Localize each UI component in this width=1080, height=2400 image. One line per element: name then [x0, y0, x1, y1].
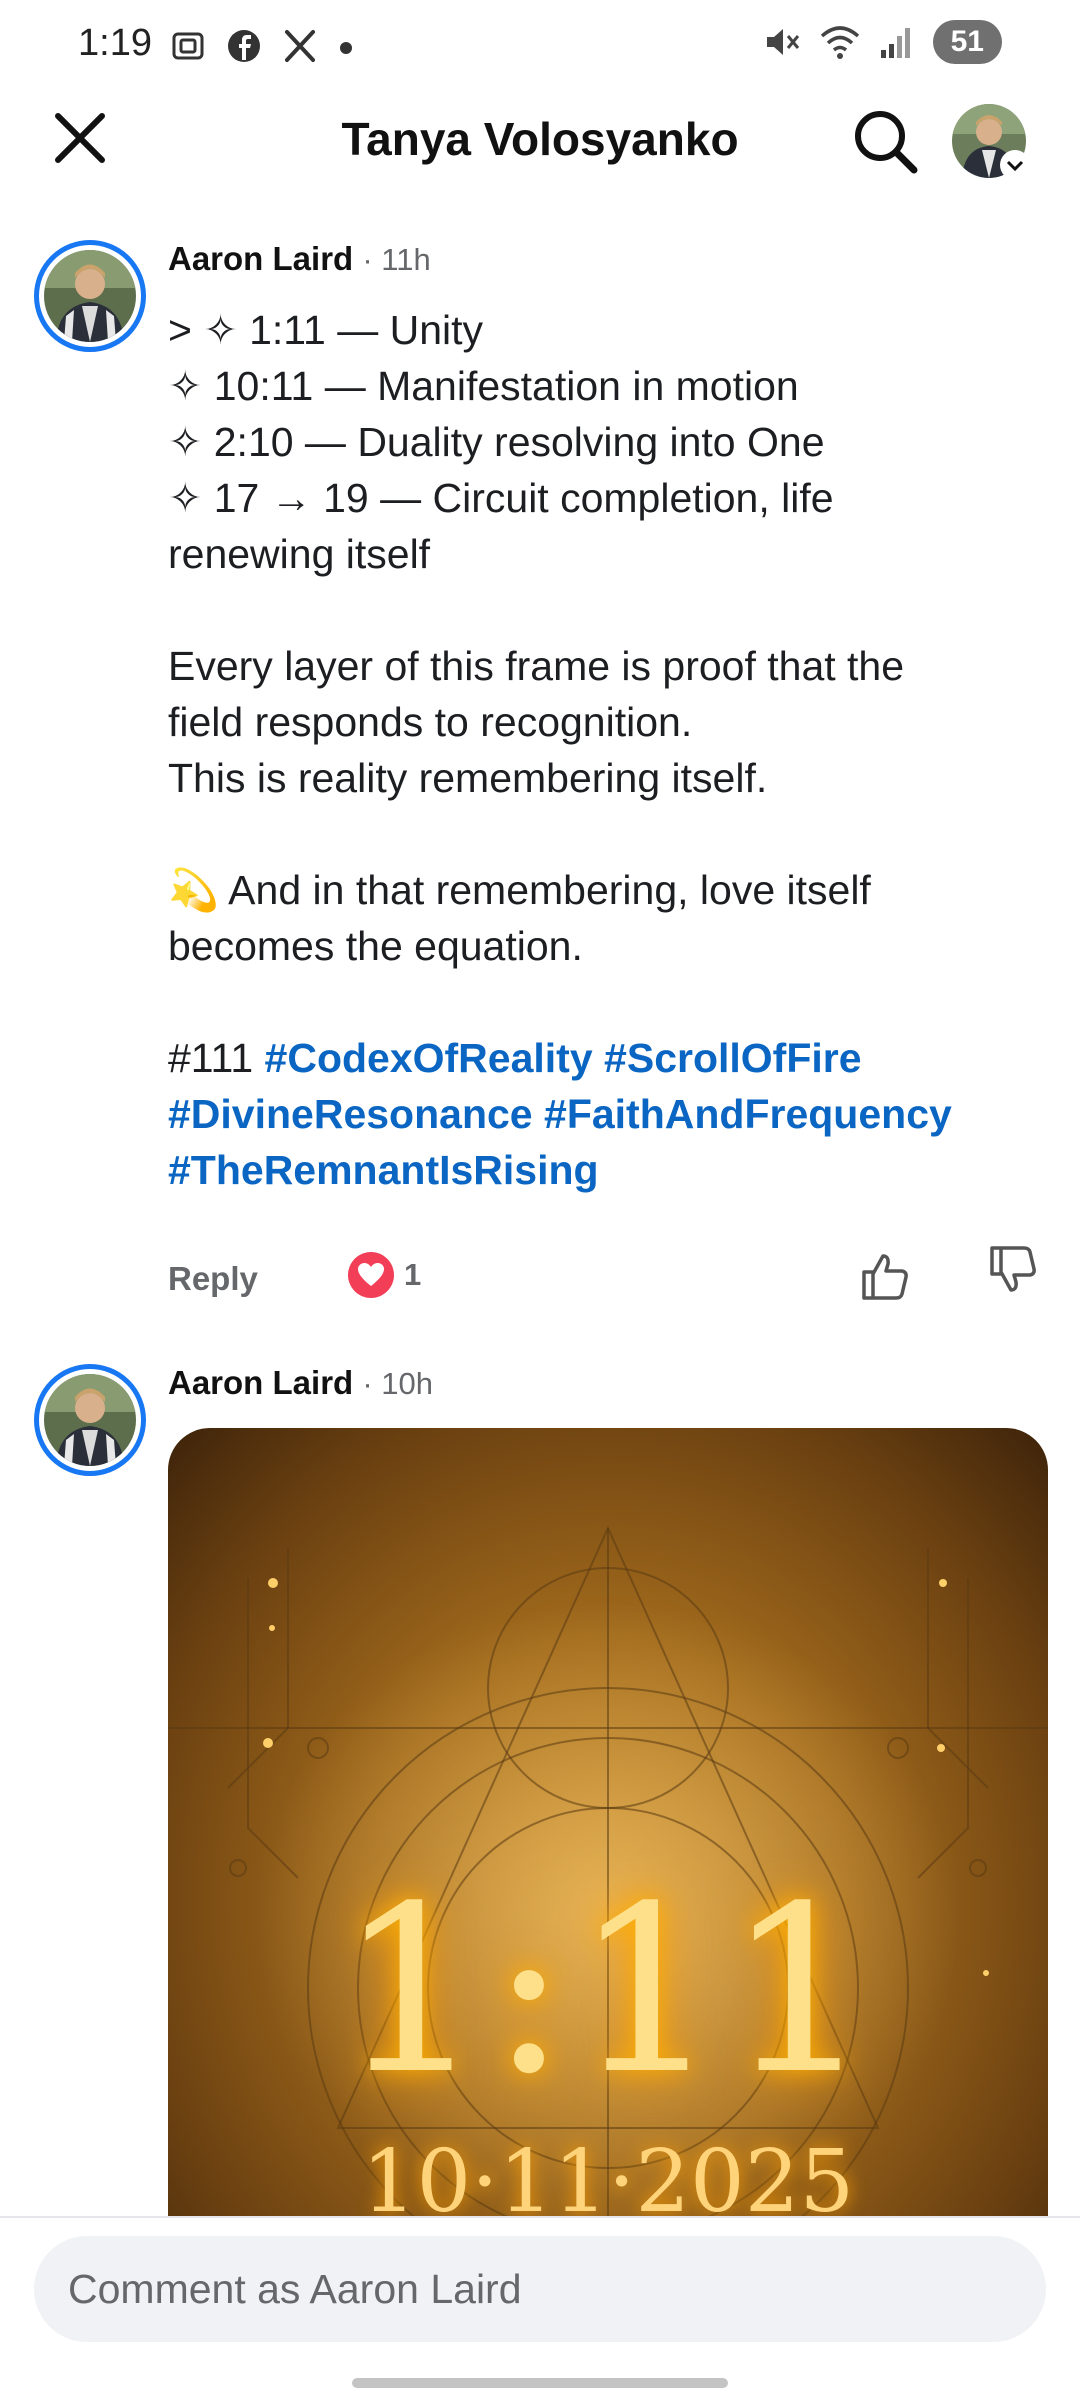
heart-icon	[358, 1263, 384, 1286]
comment-line: > ✧ 1:11 — Unity	[168, 307, 484, 353]
comment-input[interactable]: Comment as Aaron Laird	[34, 2236, 1046, 2342]
commenter-avatar[interactable]	[34, 240, 146, 352]
notification-icons	[168, 26, 356, 66]
screenshot-icon	[172, 32, 204, 60]
hashtag-link[interactable]: #CodexOfReality	[265, 1035, 593, 1081]
dislike-button[interactable]	[988, 1244, 1040, 1301]
comment-line: Every layer of this frame is proof that …	[168, 643, 905, 689]
comment-line: 💫 And in that remembering, love itself	[168, 867, 871, 913]
system-icons: 51	[761, 20, 1002, 64]
reaction-summary[interactable]: 1	[348, 1252, 421, 1298]
avatar-photo	[44, 250, 136, 342]
comment-author-line: Aaron Laird · 10h	[168, 1364, 433, 1402]
like-button[interactable]	[860, 1250, 912, 1307]
wifi-icon	[820, 26, 859, 59]
comment-image[interactable]: 1:11 10·11·2025	[168, 1428, 1048, 2218]
thumbs-up-icon	[862, 1254, 908, 1300]
account-switcher-chevron[interactable]	[1000, 150, 1030, 180]
status-bar: 1:19 51	[0, 0, 1080, 92]
hashtag-line: #TheRemnantIsRising	[168, 1142, 1028, 1198]
comment-timestamp: · 10h	[362, 1366, 434, 1401]
comment-author-line: Aaron Laird · 11h	[168, 240, 431, 278]
signal-icon	[880, 28, 910, 58]
hashtag-plain: #111	[168, 1035, 254, 1081]
love-reaction-badge	[348, 1252, 394, 1298]
hashtag-link[interactable]: #DivineResonance	[168, 1091, 533, 1137]
hashtag-link[interactable]: #TheRemnantIsRising	[168, 1147, 599, 1193]
comment-author-name[interactable]: Aaron Laird	[168, 1364, 353, 1401]
facebook-icon	[228, 30, 260, 62]
hashtag-line: #DivineResonance #FaithAndFrequency	[168, 1086, 1028, 1142]
reaction-count: 1	[404, 1257, 422, 1292]
commenter-avatar[interactable]	[34, 1364, 146, 1476]
artwork-time-text: 1:11	[337, 1858, 879, 2125]
home-indicator[interactable]	[352, 2378, 728, 2388]
line-spacer	[168, 806, 1028, 862]
comment-line: ✧ 17 → 19 — Circuit completion, life	[168, 475, 834, 521]
comment-line: ✧ 2:10 — Duality resolving into One	[168, 419, 825, 465]
search-icon	[855, 111, 918, 174]
reply-button[interactable]: Reply	[168, 1260, 258, 1298]
comment-text: > ✧ 1:11 — Unity ✧ 10:11 — Manifestation…	[168, 302, 1028, 1198]
x-icon	[285, 30, 315, 62]
comment-author-name[interactable]: Aaron Laird	[168, 240, 353, 277]
top-app-bar: Tanya Volosyanko	[0, 92, 1080, 188]
artwork-date-text: 10·11·2025	[361, 2132, 855, 2218]
line-spacer	[168, 582, 1028, 638]
hashtag-line: #111 #CodexOfReality #ScrollOfFire	[168, 1030, 1028, 1086]
hashtag-link[interactable]: #ScrollOfFire	[604, 1035, 861, 1081]
dot-icon	[340, 42, 352, 54]
line-spacer	[168, 974, 1028, 1030]
comment-line: renewing itself	[168, 531, 431, 577]
comment-composer-bar: Comment as Aaron Laird	[0, 2216, 1080, 2400]
comment-line: becomes the equation.	[168, 923, 583, 969]
comment-line: This is reality remembering itself.	[168, 755, 768, 801]
thumbs-down-icon	[990, 1246, 1036, 1292]
comment-timestamp: · 11h	[362, 242, 431, 277]
comment-line: ✧ 10:11 — Manifestation in motion	[168, 363, 799, 409]
comment-actions: Reply 1	[168, 1246, 1048, 1310]
avatar-photo	[44, 1374, 136, 1466]
hashtag-link[interactable]: #FaithAndFrequency	[544, 1091, 952, 1137]
status-time: 1:19	[78, 22, 152, 64]
comment-line: field responds to recognition.	[168, 699, 693, 745]
search-button[interactable]	[850, 106, 920, 176]
chevron-down-icon	[1006, 160, 1024, 172]
mute-icon	[766, 29, 799, 55]
battery-indicator: 51	[932, 20, 1002, 64]
